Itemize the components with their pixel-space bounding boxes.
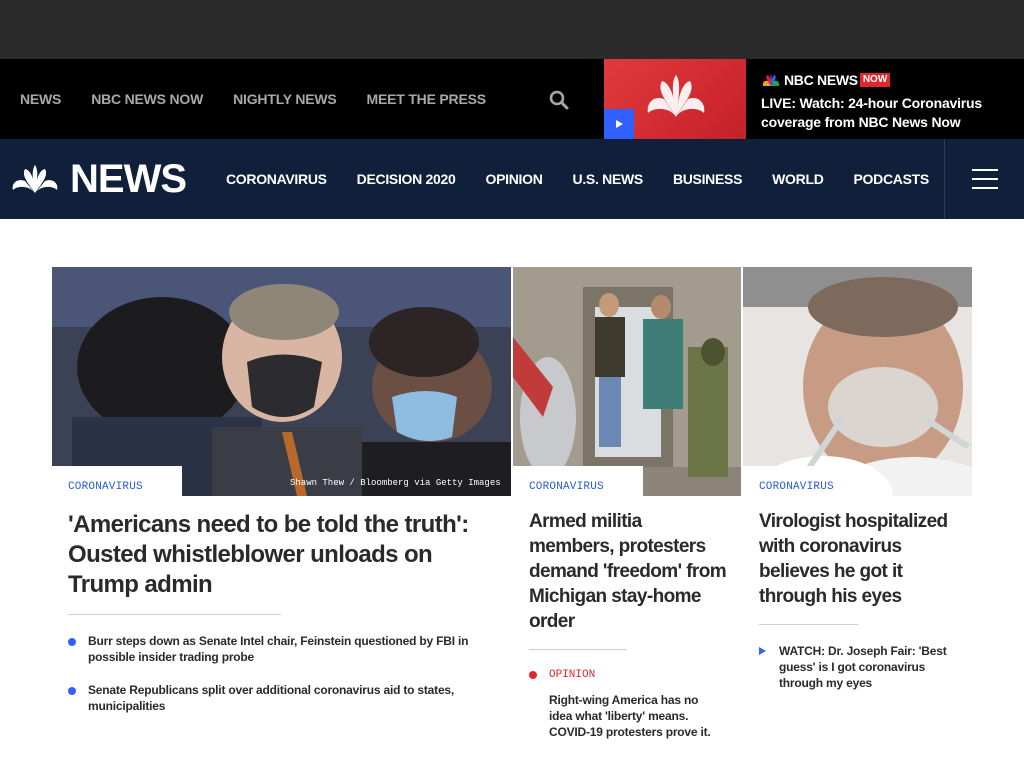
story-3-headline[interactable]: Virologist hospitalized with coronavirus… bbox=[759, 509, 964, 609]
play-button[interactable] bbox=[604, 109, 634, 139]
live-headline[interactable]: LIVE: Watch: 24-hour Coronavirus coverag… bbox=[761, 94, 1011, 132]
peacock-logo-icon bbox=[12, 165, 58, 193]
nbc-news-logo[interactable]: NEWS bbox=[10, 157, 187, 201]
story-3-image[interactable] bbox=[743, 267, 972, 496]
nav-us-news[interactable]: U.S. NEWS bbox=[573, 171, 644, 187]
peacock-logo-icon bbox=[647, 75, 705, 117]
top-nav-news[interactable]: NEWS bbox=[20, 91, 61, 107]
story-2-section-label[interactable]: CORONAVIRUS bbox=[529, 481, 604, 493]
nav-opinion[interactable]: OPINION bbox=[485, 171, 542, 187]
play-icon bbox=[616, 120, 623, 128]
nav-coronavirus[interactable]: CORONAVIRUS bbox=[226, 171, 327, 187]
nav-business[interactable]: BUSINESS bbox=[673, 171, 742, 187]
story-1-photo bbox=[52, 267, 511, 496]
story-2-image[interactable] bbox=[513, 267, 741, 496]
story-2-divider bbox=[529, 649, 627, 650]
live-info[interactable]: NBC NEWS NOW LIVE: Watch: 24-hour Corona… bbox=[761, 72, 1011, 132]
story-1-image[interactable] bbox=[52, 267, 511, 496]
story-3-photo bbox=[743, 267, 972, 496]
story-1-label-box: CORONAVIRUS bbox=[52, 466, 182, 496]
news-wordmark: NEWS bbox=[70, 157, 187, 201]
story-1-headline[interactable]: 'Americans need to be told the truth': O… bbox=[68, 510, 488, 600]
nav-world[interactable]: WORLD bbox=[772, 171, 824, 187]
main-nav-links: CORONAVIRUS DECISION 2020 OPINION U.S. N… bbox=[226, 139, 959, 219]
top-nav-links: NEWS NBC NEWS NOW NIGHTLY NEWS MEET THE … bbox=[20, 59, 516, 139]
photo-credit: Shawn Thew / Bloomberg via Getty Images bbox=[290, 478, 501, 488]
story-2-headline[interactable]: Armed militia members, protesters demand… bbox=[529, 509, 729, 634]
story-1-divider bbox=[68, 614, 281, 615]
bullet-dot bbox=[529, 671, 537, 679]
nbc-news-now-logo: NBC NEWS NOW bbox=[761, 72, 1011, 88]
story-1-section-label[interactable]: CORONAVIRUS bbox=[68, 481, 143, 493]
search-icon[interactable] bbox=[549, 90, 569, 110]
story-3-label-box: CORONAVIRUS bbox=[743, 466, 873, 496]
top-nav-meet-the-press[interactable]: MEET THE PRESS bbox=[367, 91, 487, 107]
hamburger-menu-icon[interactable] bbox=[972, 169, 998, 189]
story-2-related-1[interactable]: Right-wing America has no idea what 'lib… bbox=[549, 692, 724, 740]
nbc-news-word: NBC NEWS bbox=[784, 72, 858, 88]
live-video-thumbnail[interactable] bbox=[604, 59, 746, 139]
play-triangle-icon bbox=[759, 647, 766, 655]
nav-divider bbox=[944, 139, 945, 219]
story-1-related-2[interactable]: Senate Republicans split over additional… bbox=[88, 682, 488, 714]
story-2-label-box: CORONAVIRUS bbox=[513, 466, 643, 496]
bullet-dot bbox=[68, 638, 76, 646]
story-2-photo bbox=[513, 267, 741, 496]
top-nav-nightly-news[interactable]: NIGHTLY NEWS bbox=[233, 91, 337, 107]
now-badge: NOW bbox=[859, 73, 891, 87]
nav-podcasts[interactable]: PODCASTS bbox=[854, 171, 930, 187]
peacock-logo-icon bbox=[762, 73, 780, 86]
opinion-label[interactable]: OPINION bbox=[549, 669, 595, 681]
story-1-related-1[interactable]: Burr steps down as Senate Intel chair, F… bbox=[88, 633, 488, 665]
ad-banner bbox=[0, 0, 1024, 59]
story-3-related-1[interactable]: WATCH: Dr. Joseph Fair: 'Best guess' is … bbox=[779, 643, 964, 691]
bullet-dot bbox=[68, 687, 76, 695]
top-nav-nbc-news-now[interactable]: NBC NEWS NOW bbox=[91, 91, 203, 107]
story-3-section-label[interactable]: CORONAVIRUS bbox=[759, 481, 834, 493]
nav-decision-2020[interactable]: DECISION 2020 bbox=[357, 171, 456, 187]
story-3-divider bbox=[759, 624, 858, 625]
